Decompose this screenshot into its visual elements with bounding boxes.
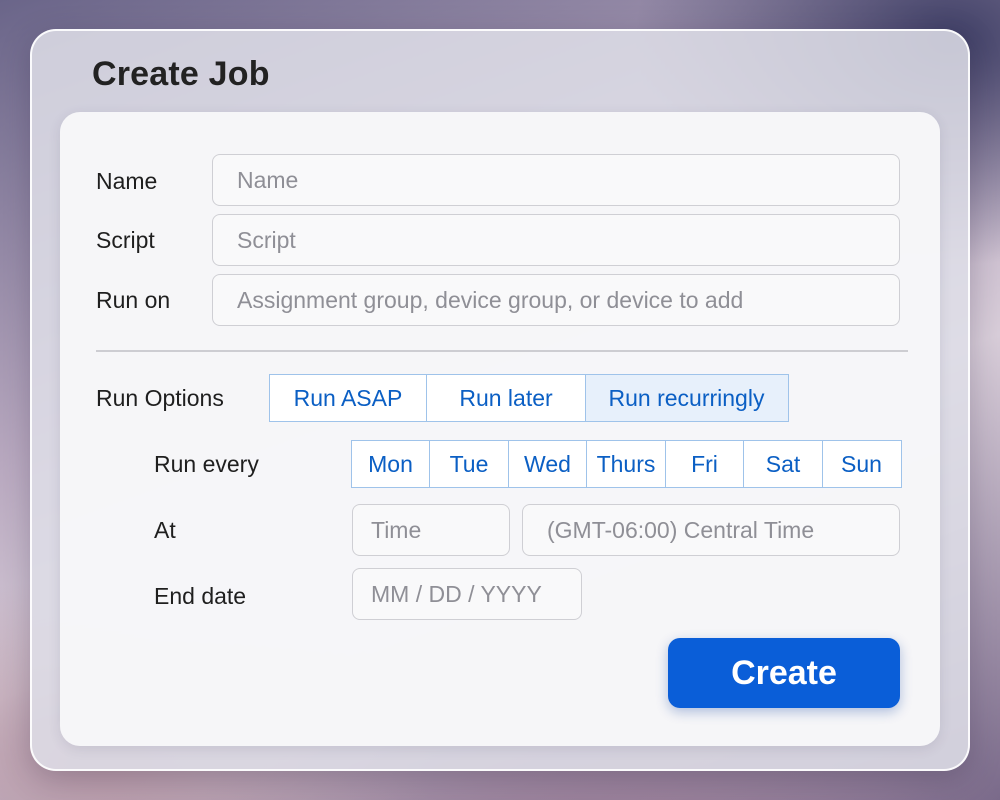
run-options-label: Run Options <box>96 385 224 411</box>
at-label: At <box>154 517 176 543</box>
run-on-label: Run on <box>96 287 171 313</box>
day-sat-button[interactable]: Sat <box>743 440 823 488</box>
day-thurs-button[interactable]: Thurs <box>586 440 666 488</box>
day-fri-button[interactable]: Fri <box>664 440 745 488</box>
day-wed-button[interactable]: Wed <box>507 440 588 488</box>
run-later-button[interactable]: Run later <box>426 374 586 422</box>
end-date-input[interactable] <box>352 568 582 620</box>
day-selector: Mon Tue Wed Thurs Fri Sat Sun <box>350 440 902 488</box>
form-card: Name Script Run on Run Options Run ASAP … <box>60 112 940 746</box>
end-date-label: End date <box>154 583 247 609</box>
name-input[interactable] <box>212 154 900 206</box>
run-on-input[interactable] <box>212 274 900 326</box>
script-label: Script <box>96 227 155 253</box>
run-asap-button[interactable]: Run ASAP <box>268 374 428 422</box>
create-job-dialog: Create Job Name Script Run on Run Option… <box>30 29 970 771</box>
divider <box>96 350 908 352</box>
run-every-label: Run every <box>154 451 259 477</box>
day-tue-button[interactable]: Tue <box>429 440 509 488</box>
timezone-input[interactable] <box>522 504 900 556</box>
run-options-segmented-control: Run ASAP Run later Run recurringly <box>268 374 789 422</box>
name-label: Name <box>96 168 158 194</box>
run-recurringly-button[interactable]: Run recurringly <box>584 374 789 422</box>
day-mon-button[interactable]: Mon <box>350 440 431 488</box>
create-button[interactable]: Create <box>668 638 900 708</box>
day-sun-button[interactable]: Sun <box>821 440 902 488</box>
time-input[interactable] <box>352 504 510 556</box>
dialog-title: Create Job <box>92 55 270 93</box>
script-input[interactable] <box>212 214 900 266</box>
